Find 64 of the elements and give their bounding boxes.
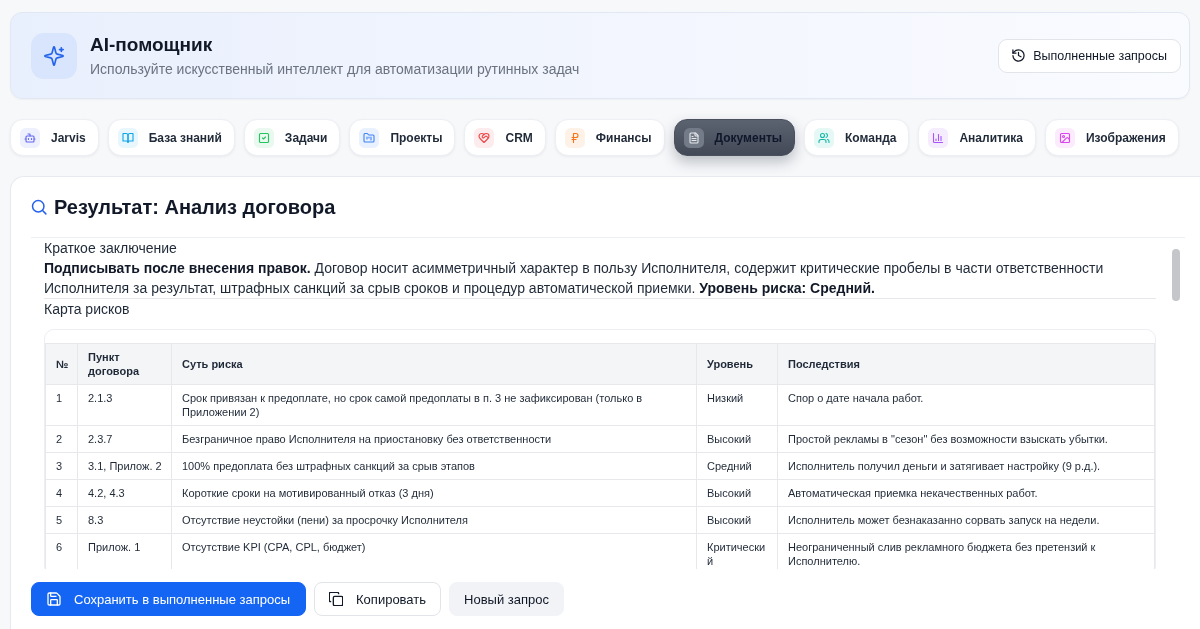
tab[interactable]: Задачи bbox=[243, 119, 341, 156]
table-cell: Высокий bbox=[696, 479, 778, 507]
new-request-button[interactable]: Новый запрос bbox=[449, 582, 564, 616]
summary-text: Подписывать после внесения правок. Договор носит асимметричный характер в пользу Исполнителя, содержит критические пробелы в части ответственности Исполнителя за результат, штрафных санкций за срыв сроков и процедур автоматической приемки. Уровень риска: Средний. bbox=[44, 258, 1156, 299]
table-cell: Простой рекламы в "сезон" без возможности взыскать убытки. bbox=[777, 425, 1155, 453]
document-icon bbox=[683, 127, 704, 148]
table-header-cell: № bbox=[45, 343, 78, 385]
image-icon bbox=[1055, 127, 1075, 148]
table-cell: Короткие сроки на мотивированный отказ (3 дня) bbox=[171, 479, 697, 507]
table-cell: 8.3 bbox=[77, 506, 172, 534]
table-cell: Безграничное право Исполнителя на приостановку без ответственности bbox=[171, 425, 697, 453]
app-title: AI-помощник bbox=[90, 33, 214, 56]
result-title: Результат: Анализ договора bbox=[54, 195, 336, 220]
table-cell: Спор о дате начала работ. bbox=[777, 384, 1155, 426]
tab[interactable]: Команда bbox=[804, 119, 910, 156]
robot-icon bbox=[20, 127, 40, 148]
section-heading: Карта рисков bbox=[44, 300, 131, 319]
scrollbar-thumb[interactable] bbox=[1172, 249, 1180, 301]
table-cell: Высокий bbox=[696, 425, 778, 453]
copy-icon bbox=[329, 592, 344, 606]
app-subtitle: Используйте искусственный интеллект для автоматизации рутинных задач bbox=[90, 60, 581, 78]
table-cell: Исполнитель получил деньги и затягивает настройку (9 р.д.). bbox=[777, 452, 1155, 480]
history-icon bbox=[1012, 49, 1026, 62]
table-cell: 2.1.3 bbox=[77, 384, 172, 426]
bar-chart-icon bbox=[928, 127, 949, 148]
table-cell: 3 bbox=[45, 452, 78, 480]
table-cell: 100% предоплата без штрафных санкций за срыв этапов bbox=[171, 452, 697, 480]
table-header-cell: Суть риска bbox=[171, 343, 697, 385]
table-cell: Срок привязан к предоплате, но срок самой предоплаты в п. 3 не зафиксирован (только в Приложении 2) bbox=[171, 384, 697, 426]
folder-icon bbox=[359, 127, 380, 148]
table-cell: 2.3.7 bbox=[77, 425, 172, 453]
section-heading: Краткое заключение bbox=[44, 239, 178, 258]
check-square-icon bbox=[253, 127, 274, 148]
table-header-cell: Уровень bbox=[696, 343, 778, 385]
table-cell: 5 bbox=[45, 506, 78, 534]
history-button[interactable]: Выполненные запросы bbox=[998, 38, 1181, 73]
table-cell: Низкий bbox=[696, 384, 778, 426]
tab[interactable]: Аналитика bbox=[918, 119, 1036, 156]
save-button[interactable]: Сохранить в выполненные запросы bbox=[31, 582, 307, 616]
table-cell: Отсутствие неустойки (пени) за просрочку Исполнителя bbox=[171, 506, 697, 534]
table-cell: Исполнитель может безнаказанно сорвать запуск на недели. bbox=[777, 506, 1155, 534]
table-cell: 2 bbox=[45, 425, 78, 453]
table-cell: Средний bbox=[696, 452, 778, 480]
table-cell: Высокий bbox=[696, 506, 778, 534]
tab[interactable]: Финансы bbox=[554, 119, 665, 156]
tab[interactable]: CRM bbox=[464, 119, 546, 156]
table-header-cell: Последствия bbox=[777, 343, 1155, 385]
sparkle-icon bbox=[31, 32, 77, 79]
table-cell: 4.2, 4.3 bbox=[77, 479, 172, 507]
tab[interactable]: Проекты bbox=[349, 119, 456, 156]
table-cell: 3.1, Прилож. 2 bbox=[77, 452, 172, 480]
book-icon bbox=[117, 127, 138, 148]
people-icon bbox=[814, 127, 834, 148]
ruble-icon bbox=[564, 127, 585, 148]
copy-button[interactable]: Копировать bbox=[314, 582, 442, 616]
search-icon bbox=[31, 199, 47, 215]
table-cell: 1 bbox=[45, 384, 78, 426]
table-header-cell: Пункт договора bbox=[77, 343, 172, 385]
table-cell: 6 bbox=[45, 533, 78, 569]
tab[interactable]: База знаний bbox=[107, 119, 235, 156]
table-cell: Автоматическая приемка некачественных работ. bbox=[777, 479, 1155, 507]
table-cell: 4 bbox=[45, 479, 78, 507]
tab[interactable]: Изображения bbox=[1045, 119, 1179, 156]
tab[interactable]: Jarvis bbox=[10, 119, 99, 156]
